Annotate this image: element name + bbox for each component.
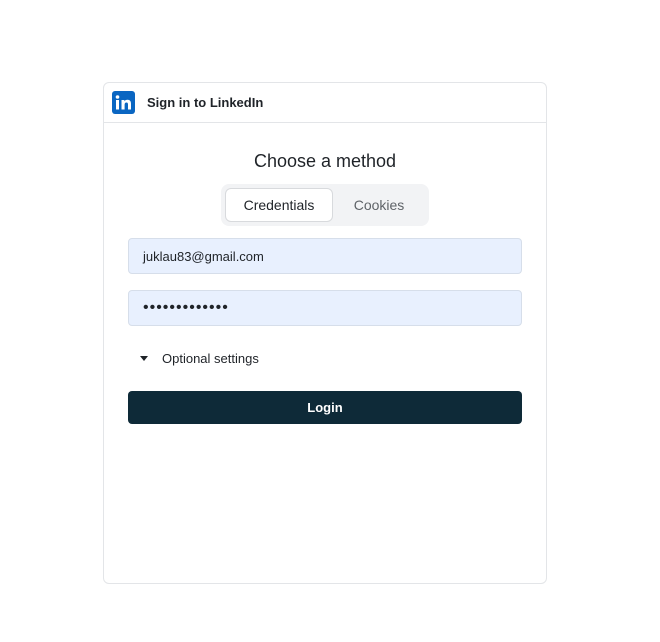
caret-down-icon bbox=[140, 355, 148, 361]
login-button[interactable]: Login bbox=[128, 391, 522, 424]
method-heading: Choose a method bbox=[253, 151, 397, 171]
password-field[interactable]: ••••••••••••• bbox=[128, 290, 522, 326]
tab-cookies[interactable]: Cookies bbox=[333, 188, 425, 222]
optional-settings-toggle[interactable]: Optional settings bbox=[128, 348, 522, 368]
method-tabs: Credentials Cookies bbox=[221, 184, 429, 226]
tab-credentials[interactable]: Credentials bbox=[225, 188, 333, 222]
dialog-title: Sign in to LinkedIn bbox=[147, 95, 264, 110]
sign-in-dialog: Sign in to LinkedIn Choose a method Cred… bbox=[103, 82, 547, 584]
optional-settings-label: Optional settings bbox=[162, 350, 259, 366]
dialog-content: Choose a method Credentials Cookies jukl… bbox=[104, 150, 546, 424]
linkedin-logo-icon bbox=[112, 91, 135, 114]
dialog-header: Sign in to LinkedIn bbox=[104, 83, 546, 123]
email-field[interactable]: juklau83@gmail.com bbox=[128, 238, 522, 274]
